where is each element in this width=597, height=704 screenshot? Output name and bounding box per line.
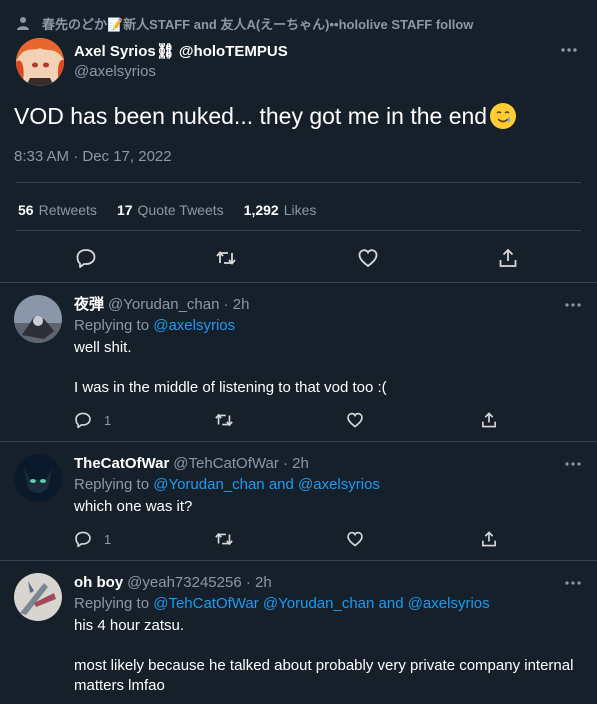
likes-count: 1,292 [243,202,279,218]
reply-paragraph: his 4 hour zatsu. [74,617,185,634]
reply-paragraph: I was in the middle of listening to that… [74,379,387,396]
retweet-button[interactable] [214,246,238,270]
main-tweet-actions [0,246,597,276]
replying-mentions[interactable]: @TehCatOfWar @Yorudan_chan and @axelsyri… [153,595,489,612]
avatar[interactable] [14,573,62,621]
heart-icon [358,249,378,268]
share-icon [482,412,496,428]
avatar[interactable] [16,38,64,86]
reply-tweet[interactable]: TheCatOfWar @TehCatOfWar · 2h Replying to… [0,441,597,560]
reply-handle[interactable]: @TehCatOfWar · 2h [173,455,309,472]
tweet-text-content: VOD has been nuked... they got me in the… [14,103,488,129]
avatar-image [14,454,62,502]
tweet-text: VOD has been nuked... they got me in the… [14,102,517,130]
retweet-button[interactable] [214,529,234,549]
more-dots-icon [565,303,581,307]
divider [16,230,581,231]
reply-actions: 1 [74,410,584,434]
likes-stat[interactable]: 1,292 Likes [244,202,317,218]
reply-handle[interactable]: @Yorudan_chan · 2h [108,296,249,313]
reply-display-name[interactable]: oh boy [74,574,123,591]
more-options-button[interactable] [563,454,583,474]
main-tweet-header: Axel Syrios⛓ @holoTEMPUS @axelsyrios [16,38,581,90]
reply-header: TheCatOfWar @TehCatOfWar · 2h [74,454,309,474]
reply-count: 1 [104,412,112,428]
reply-button[interactable]: 1 [74,410,111,430]
retweet-icon [216,251,236,265]
author-names[interactable]: Axel Syrios⛓ @holoTEMPUS @axelsyrios [74,42,288,82]
replying-to: Replying to @axelsyrios [74,316,235,336]
divider [16,182,581,183]
reply-paragraph: most likely because he talked about prob… [74,657,574,694]
like-button[interactable] [346,410,364,430]
quote-tweets-stat[interactable]: 17 Quote Tweets [117,202,224,218]
share-button[interactable] [480,529,498,549]
reply-text: which one was it? [74,497,584,517]
replying-to: Replying to @Yorudan_chan and @axelsyrio… [74,475,380,495]
share-button[interactable] [496,246,520,270]
reply-text: well shit. I was in the middle of listen… [74,338,584,398]
social-context-text: 春先のどか📝新人STAFF and 友人A(えーちゃん)••hololive S… [42,16,474,32]
avatar[interactable] [14,454,62,502]
replying-prefix: Replying to [74,476,154,493]
likes-label: Likes [283,202,317,218]
replying-mentions[interactable]: @Yorudan_chan and @axelsyrios [153,476,380,493]
quote-tweets-count: 17 [116,202,133,218]
replying-mentions[interactable]: @axelsyrios [153,317,235,334]
reply-icon [75,412,91,429]
author-handle[interactable]: @axelsyrios [74,62,288,82]
share-icon [499,248,517,267]
reply-text: his 4 hour zatsu. most likely because he… [74,616,584,696]
more-dots-icon [561,48,577,52]
like-button[interactable] [356,246,380,270]
share-button[interactable] [480,410,498,430]
retweets-stat[interactable]: 56 Retweets [18,202,97,218]
reply-icon [76,249,96,268]
more-options-button[interactable] [563,295,583,315]
share-icon [482,531,496,547]
avatar[interactable] [14,295,62,343]
reply-header: 夜弾 @Yorudan_chan · 2h [74,295,249,315]
more-dots-icon [565,462,581,466]
avatar-image [14,295,62,343]
replying-prefix: Replying to [74,595,154,612]
reply-actions: 1 [74,529,584,553]
reply-icon [75,531,91,548]
reply-handle[interactable]: @yeah73245256 · 2h [127,574,272,591]
heart-icon [347,412,363,428]
smiling-face-with-tear-icon [490,103,517,129]
reply-count: 1 [104,531,112,547]
retweets-count: 56 [18,202,34,218]
replying-prefix: Replying to [74,317,154,334]
reply-button[interactable]: 1 [74,529,111,549]
more-options-button[interactable] [563,573,583,593]
like-button[interactable] [346,529,364,549]
replying-to: Replying to @TehCatOfWar @Yorudan_chan a… [74,594,490,614]
reply-paragraph: well shit. [74,339,132,356]
person-icon [17,17,29,30]
reply-header: oh boy @yeah73245256 · 2h [74,573,272,593]
more-dots-icon [565,581,581,585]
retweet-icon [215,532,233,546]
retweet-icon [215,413,233,427]
reply-button[interactable] [74,246,98,270]
tweet-stats: 56 Retweets 17 Quote Tweets 1,292 Likes [18,202,316,218]
quote-tweets-label: Quote Tweets [137,202,224,218]
reply-tweet[interactable]: 夜弾 @Yorudan_chan · 2h Replying to @axelsy… [0,282,597,441]
reply-display-name[interactable]: TheCatOfWar [74,455,169,472]
reply-tweet[interactable]: oh boy @yeah73245256 · 2h Replying to @Te… [0,560,597,704]
retweets-label: Retweets [38,202,97,218]
avatar-image [16,38,64,86]
retweet-button[interactable] [214,410,234,430]
more-options-button[interactable] [557,38,581,62]
heart-icon [347,531,363,547]
avatar-image [14,573,62,621]
author-display-name[interactable]: Axel Syrios⛓ @holoTEMPUS [74,42,288,62]
reply-paragraph: which one was it? [74,498,193,515]
reply-display-name[interactable]: 夜弾 [74,296,104,313]
tweet-timestamp[interactable]: 8:33 AM · Dec 17, 2022 [14,148,172,165]
